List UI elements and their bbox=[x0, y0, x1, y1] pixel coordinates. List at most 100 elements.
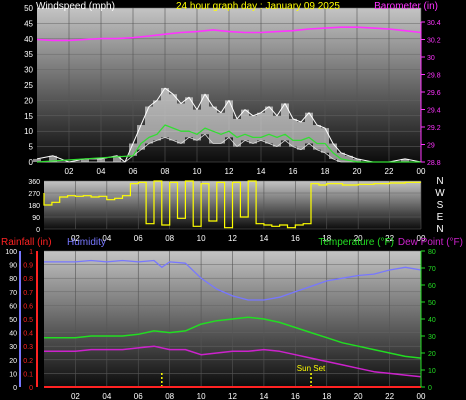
windspeed-range-bar bbox=[137, 125, 145, 150]
direction-tick-label: 360 bbox=[28, 179, 40, 186]
x-tick-label: 12 bbox=[228, 234, 237, 243]
x-tick-label: 06 bbox=[129, 167, 138, 176]
x-tick-label: 14 bbox=[259, 234, 268, 243]
x-tick-label: 02 bbox=[71, 392, 80, 400]
weather-graph: 0 5 10 15 20 25 30 35 40 45 50 28.8 29 29.2 29.4 29.6 29… bbox=[0, 0, 466, 400]
barometer-tick-label: 28.8 bbox=[427, 160, 441, 167]
x-tick-label: 10 bbox=[193, 167, 202, 176]
compass-label: W bbox=[435, 188, 445, 199]
barometer-tick-label: 29.4 bbox=[427, 108, 441, 115]
humidity-tick-label: 100 bbox=[5, 249, 17, 256]
direction-tick-label: 180 bbox=[28, 203, 40, 210]
windspeed-tick-label: 50 bbox=[24, 4, 33, 13]
temperature-humidity-panel: Sun Set 010203040506070809010000.10.20.3… bbox=[1, 237, 463, 400]
temperature-tick-label: 70 bbox=[428, 266, 436, 273]
humidity-tick-label: 70 bbox=[9, 290, 17, 297]
x-tick-label: 16 bbox=[289, 167, 298, 176]
compass-label: N bbox=[436, 176, 443, 187]
x-tick-label: 08 bbox=[165, 392, 174, 400]
direction-tick-label: 90 bbox=[32, 215, 40, 222]
x-tick-label: 00 bbox=[417, 392, 426, 400]
temperature-tick-label: 20 bbox=[428, 351, 436, 358]
windspeed-range-bar bbox=[177, 103, 185, 144]
windspeed-range-bar bbox=[297, 121, 305, 150]
temperature-tick-label: 40 bbox=[428, 317, 436, 324]
rainfall-tick-label: 0.3 bbox=[23, 344, 33, 351]
humidity-axis-label: Humidity bbox=[67, 237, 106, 248]
temperature-axis-label: Temperature (°F) bbox=[318, 237, 394, 248]
temperature-tick-label: 50 bbox=[428, 300, 436, 307]
temperature-tick-label: 0 bbox=[428, 385, 432, 392]
barometer-tick-label: 29 bbox=[427, 143, 435, 150]
x-tick-label: 18 bbox=[322, 392, 331, 400]
rainfall-tick-label: 0.8 bbox=[23, 276, 33, 283]
dewpoint-axis-label: Dew Point (°F) bbox=[398, 237, 463, 248]
x-tick-label: 20 bbox=[354, 392, 363, 400]
rainfall-tick-label: 0.5 bbox=[23, 317, 33, 324]
rainfall-tick-label: 0.9 bbox=[23, 263, 33, 270]
humidity-tick-label: 20 bbox=[9, 358, 17, 365]
rainfall-tick-label: 0.1 bbox=[23, 371, 33, 378]
compass-label: S bbox=[437, 200, 444, 211]
wind-barometer-panel: 0 5 10 15 20 25 30 35 40 45 50 28.8 29 29.2 29.4 29.6 29… bbox=[24, 1, 441, 176]
temperature-tick-label: 60 bbox=[428, 283, 436, 290]
barometer-tick-label: 30.4 bbox=[427, 20, 441, 27]
barometer-tick-label: 29.2 bbox=[427, 125, 441, 132]
direction-tick-label: 270 bbox=[28, 191, 40, 198]
windspeed-range-bar bbox=[265, 106, 273, 144]
x-tick-label: 20 bbox=[353, 167, 362, 176]
rainfall-axis-label: Rainfall (in) bbox=[1, 237, 52, 248]
x-tick-label: 00 bbox=[417, 167, 426, 176]
humidity-tick-label: 0 bbox=[13, 385, 17, 392]
temperature-tick-label: 80 bbox=[428, 249, 436, 256]
windspeed-range-bar bbox=[193, 109, 201, 141]
windspeed-tick-label: 20 bbox=[24, 96, 33, 105]
windspeed-range-bar bbox=[249, 115, 257, 144]
compass-label: N bbox=[436, 224, 443, 235]
windspeed-tick-label: 35 bbox=[24, 50, 33, 59]
humidity-tick-label: 80 bbox=[9, 276, 17, 283]
x-tick-label: 06 bbox=[134, 234, 143, 243]
rainfall-tick-label: 0.6 bbox=[23, 303, 33, 310]
x-tick-label: 04 bbox=[97, 167, 106, 176]
rainfall-tick-label: 0.2 bbox=[23, 358, 33, 365]
windspeed-tick-label: 10 bbox=[24, 127, 33, 136]
x-tick-label: 22 bbox=[385, 167, 394, 176]
x-tick-label: 12 bbox=[225, 167, 234, 176]
x-tick-label: 18 bbox=[321, 167, 330, 176]
x-tick-label: 08 bbox=[161, 167, 170, 176]
windspeed-tick-label: 40 bbox=[24, 35, 33, 44]
windspeed-range-bar bbox=[209, 106, 217, 144]
barometer-tick-label: 29.6 bbox=[427, 90, 441, 97]
x-tick-label: 10 bbox=[197, 392, 206, 400]
windspeed-tick-label: 15 bbox=[24, 112, 33, 121]
windspeed-tick-label: 0 bbox=[29, 158, 34, 167]
windspeed-range-bar bbox=[273, 115, 281, 147]
humidity-tick-label: 60 bbox=[9, 303, 17, 310]
x-tick-label: 08 bbox=[165, 234, 174, 243]
barometer-tick-label: 30.2 bbox=[427, 38, 441, 45]
windspeed-range-bar bbox=[233, 118, 241, 147]
sunset-label: Sun Set bbox=[297, 364, 326, 373]
windspeed-tick-label: 45 bbox=[24, 19, 33, 28]
windspeed-range-bar bbox=[321, 128, 329, 153]
humidity-tick-label: 30 bbox=[9, 344, 17, 351]
windspeed-range-bar bbox=[289, 118, 297, 147]
windspeed-range-bar bbox=[217, 112, 225, 144]
temperature-tick-label: 10 bbox=[428, 368, 436, 375]
windspeed-axis-label: Windspeed (mph) bbox=[36, 1, 115, 12]
windspeed-range-bar bbox=[169, 94, 177, 141]
humidity-tick-label: 10 bbox=[9, 371, 17, 378]
x-tick-label: 06 bbox=[134, 392, 143, 400]
x-tick-label: 22 bbox=[385, 392, 394, 400]
x-tick-label: 16 bbox=[291, 392, 300, 400]
compass-label: E bbox=[437, 212, 444, 223]
windspeed-range-bar bbox=[161, 88, 169, 138]
x-tick-label: 10 bbox=[197, 234, 206, 243]
windspeed-tick-label: 30 bbox=[24, 66, 33, 75]
barometer-tick-label: 29.8 bbox=[427, 73, 441, 80]
humidity-tick-label: 50 bbox=[9, 317, 17, 324]
windspeed-range-bar bbox=[313, 125, 321, 150]
x-tick-label: 04 bbox=[102, 392, 111, 400]
humidity-tick-label: 40 bbox=[9, 331, 17, 338]
